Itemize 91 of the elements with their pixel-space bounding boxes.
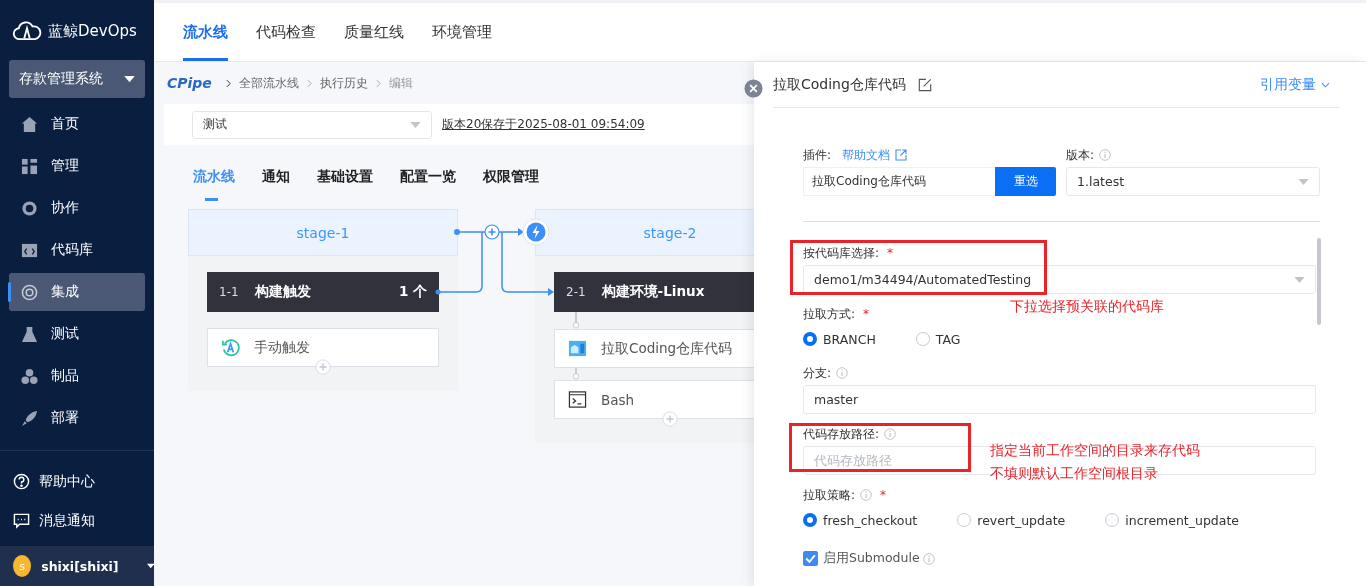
radio-button[interactable] — [803, 513, 817, 527]
repository-icon — [568, 339, 587, 358]
step-card[interactable]: 手动触发 — [207, 328, 439, 367]
field-label: 拉取方式: — [803, 305, 856, 323]
nav-item[interactable]: 管理 — [9, 147, 145, 185]
sidebar-link[interactable]: 帮助中心 — [0, 463, 154, 500]
caret-icon — [124, 75, 135, 83]
field-label: 代码存放路径: — [803, 425, 880, 443]
job-index: 1-1 — [219, 285, 239, 299]
external-link-icon[interactable] — [895, 149, 908, 161]
job-count: 1 个 — [398, 283, 427, 301]
nav-item[interactable]: 测试 — [9, 315, 145, 353]
radio-option[interactable]: fresh_checkout — [803, 512, 918, 528]
checkbox-option[interactable]: 启用Submodule — [803, 550, 920, 567]
text-field[interactable]: master — [803, 385, 1316, 414]
nav-item[interactable]: 部署 — [9, 399, 145, 437]
terminal-icon — [568, 390, 587, 409]
chevron-icon — [306, 78, 312, 88]
add-step-button[interactable] — [315, 359, 331, 375]
add-step-button[interactable] — [662, 411, 678, 427]
radio-option[interactable]: revert_update — [957, 512, 1066, 528]
drawer-title: 拉取Coding仓库代码 — [773, 75, 906, 94]
cubes-icon — [21, 367, 38, 385]
field-label: 分支: — [803, 364, 832, 382]
nav-item[interactable]: 协作 — [9, 189, 145, 227]
info-icon[interactable] — [884, 428, 897, 440]
info-icon[interactable] — [860, 489, 873, 501]
required-mark: * — [863, 307, 870, 321]
info-icon[interactable] — [1099, 149, 1112, 161]
job-name: 构建环境-Linux — [601, 283, 705, 301]
refresh-icon — [221, 338, 240, 357]
message-icon — [13, 512, 30, 529]
radio-option[interactable]: BRANCH — [803, 331, 876, 347]
top-tab[interactable]: 代码检查 — [256, 3, 316, 61]
annotation-text: 下拉选择预关联的代码库 — [1010, 298, 1164, 316]
dropdown-icon — [410, 121, 421, 128]
nav-item[interactable]: 制品 — [9, 357, 145, 395]
required-mark: * — [887, 246, 894, 260]
plugin-field: 拉取Coding仓库代码 — [803, 167, 995, 196]
caret-icon[interactable] — [146, 563, 154, 569]
nav-item[interactable]: 集成 — [9, 273, 145, 311]
close-icon[interactable] — [744, 79, 763, 98]
help-icon — [13, 473, 30, 490]
top-tab[interactable]: 质量红线 — [344, 3, 404, 61]
job-name: 构建触发 — [254, 283, 311, 301]
home-icon — [21, 115, 38, 133]
version-link[interactable]: 版本20保存于2025-08-01 09:54:09 — [442, 116, 645, 133]
reselect-button[interactable]: 重选 — [995, 167, 1056, 196]
breadcrumb-link[interactable]: 执行历史 — [319, 74, 368, 92]
job-bar[interactable]: 1-1 构建触发 1 个 — [207, 272, 439, 312]
info-icon[interactable] — [922, 552, 935, 565]
dropdown-icon — [1294, 276, 1305, 283]
version-select[interactable]: 1.latest — [1066, 167, 1320, 196]
breadcrumb-link[interactable]: 全部流水线 — [238, 74, 299, 92]
radio-button[interactable] — [803, 332, 817, 346]
field-label: 按代码库选择: — [803, 244, 880, 262]
job-index: 2-1 — [566, 285, 586, 299]
radio-option[interactable]: TAG — [915, 331, 961, 347]
project-dropdown[interactable]: 存款管理系统 — [9, 60, 145, 98]
chevron-icon — [375, 78, 381, 88]
nav-item[interactable]: 代码库 — [9, 231, 145, 269]
sub-tab[interactable]: 配置一览 — [400, 166, 456, 202]
cloud-icon — [12, 21, 42, 41]
field-label: 版本: — [1066, 146, 1095, 164]
top-tab[interactable]: 环境管理 — [432, 3, 492, 61]
sub-tab[interactable]: 基础设置 — [317, 166, 373, 202]
brand-logo: CPipe — [167, 75, 212, 91]
sub-tab[interactable]: 权限管理 — [483, 166, 539, 202]
top-tab[interactable]: 流水线 — [183, 3, 228, 61]
logo-text: 蓝鲸DevOps — [48, 21, 137, 41]
flask-icon — [21, 325, 38, 343]
info-icon[interactable] — [836, 367, 849, 379]
field-label: 拉取策略: — [803, 486, 856, 504]
code-icon — [21, 241, 38, 259]
repository-select[interactable]: demo1/m34494/AutomatedTesting — [803, 265, 1316, 294]
user-name: shixi[shixi] — [41, 558, 119, 574]
dropdown-icon — [1298, 178, 1309, 185]
chevron-down-icon — [1321, 81, 1330, 88]
sub-tab[interactable]: 通知 — [262, 166, 290, 202]
nav-item[interactable]: 首页 — [9, 105, 145, 143]
field-label: 插件: — [803, 146, 832, 164]
step-connector — [572, 312, 580, 329]
radio-option[interactable]: increment_update — [1105, 512, 1240, 528]
required-mark: * — [880, 488, 887, 502]
edit-icon[interactable] — [917, 77, 932, 92]
grid-icon — [21, 157, 38, 175]
chevron-icon — [225, 78, 231, 88]
pipeline-select[interactable]: 测试 — [192, 110, 432, 139]
scrollbar[interactable] — [1317, 238, 1321, 325]
checkbox[interactable] — [803, 551, 818, 566]
sidebar-link[interactable]: 消息通知 — [0, 502, 154, 539]
